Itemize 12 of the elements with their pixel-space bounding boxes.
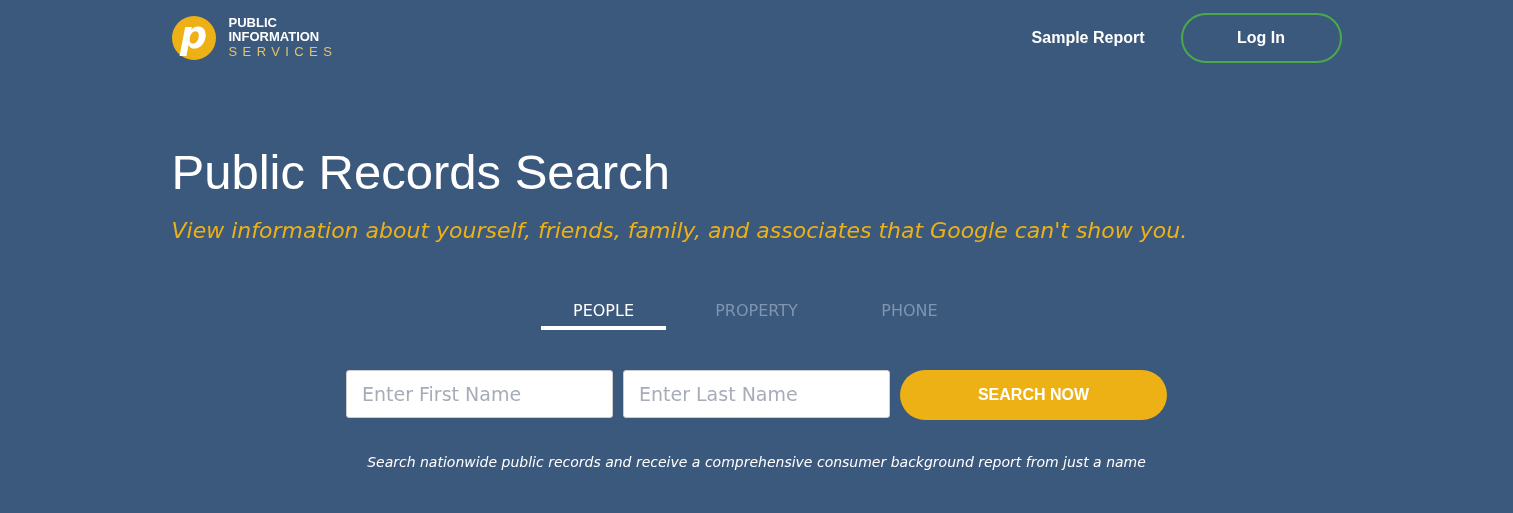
subtitle: View information about yourself, friends, family, and associates that Google can't show you. <box>171 217 1189 245</box>
sample-report-link[interactable]: Sample Report <box>1031 29 1145 47</box>
search-tab[interactable]: PEOPLE <box>541 294 666 330</box>
logo-tagline: SERVICES <box>228 44 338 60</box>
page-title: Public Records Search <box>171 144 671 201</box>
logo-mark: p <box>171 16 216 60</box>
first-name-field[interactable]: Enter First Name <box>346 370 613 418</box>
logo-text: INFORMATION <box>228 30 321 44</box>
login-button[interactable]: Log In <box>1180 13 1342 63</box>
last-name-field[interactable]: Enter Last Name <box>623 370 890 418</box>
logo-text: PUBLIC <box>228 16 278 30</box>
search-description: Search nationwide public records and receive a comprehensive consumer background report from just a name <box>366 454 1147 470</box>
